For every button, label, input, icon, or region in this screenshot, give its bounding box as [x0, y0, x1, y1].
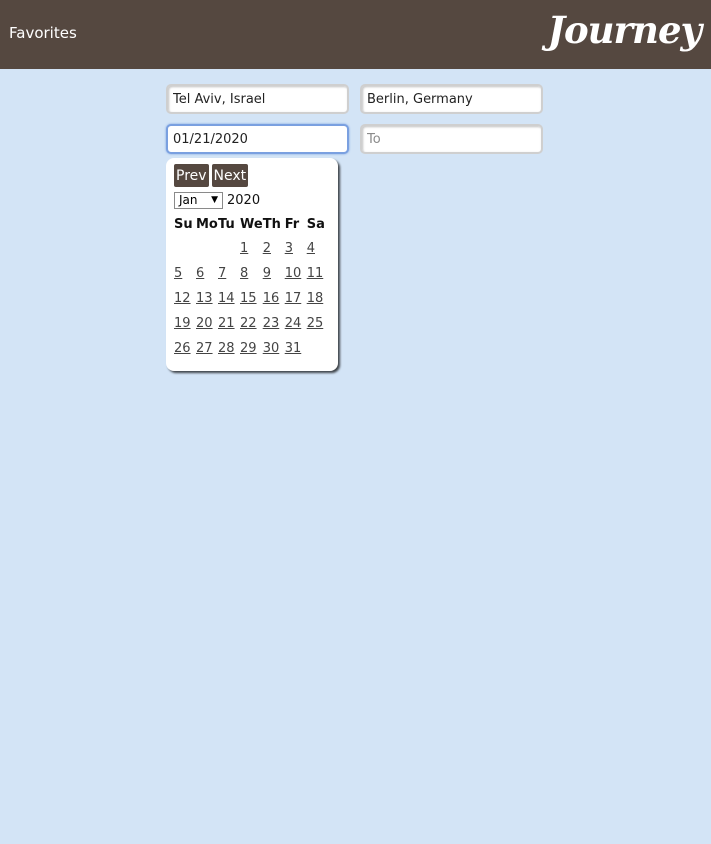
calendar-day-cell: 3 [285, 236, 307, 261]
calendar-day[interactable]: 30 [263, 341, 280, 356]
calendar-week-row: 26 27 28 29 30 31 [174, 336, 329, 361]
calendar-day-cell: 28 [218, 336, 240, 361]
calendar-day[interactable]: 20 [196, 316, 213, 331]
calendar-day[interactable]: 3 [285, 241, 293, 256]
calendar-day-cell: 8 [240, 261, 263, 286]
datepicker-popup: Prev Next Jan ▼ 2020 Su Mo Tu We Th Fr S… [166, 158, 338, 371]
calendar-day-cell [174, 236, 196, 261]
calendar-day[interactable]: 13 [196, 291, 213, 306]
weekday-label: Tu [218, 217, 235, 232]
datepicker-nav: Prev Next [174, 164, 332, 187]
calendar-day-cell: 11 [307, 261, 329, 286]
calendar-day-cell: 20 [196, 311, 218, 336]
weekday-label: Mo [196, 217, 218, 232]
calendar-day-cell: 30 [263, 336, 285, 361]
calendar-grid: Su Mo Tu We Th Fr Sa 1 2 3 4 5 6 7 8 9 1… [174, 213, 329, 361]
calendar-day[interactable]: 29 [240, 341, 257, 356]
calendar-day[interactable]: 26 [174, 341, 191, 356]
calendar-day[interactable]: 23 [263, 316, 280, 331]
calendar-day[interactable]: 19 [174, 316, 191, 331]
calendar-day[interactable]: 6 [196, 266, 204, 281]
journey-logo[interactable]: Journey [547, 8, 702, 52]
calendar-day[interactable]: 31 [285, 341, 302, 356]
weekday-label: Th [262, 217, 281, 232]
calendar-day[interactable]: 12 [174, 291, 191, 306]
calendar-day[interactable]: 5 [174, 266, 182, 281]
calendar-week-row: 5 6 7 8 9 10 11 [174, 261, 329, 286]
calendar-day[interactable]: 21 [218, 316, 235, 331]
calendar-day-cell: 5 [174, 261, 196, 286]
calendar-day-cell: 21 [218, 311, 240, 336]
end-date-input[interactable] [360, 124, 543, 154]
weekday-label: Sa [306, 217, 325, 232]
calendar-day-cell: 2 [263, 236, 285, 261]
calendar-day-cell: 16 [263, 286, 285, 311]
calendar-day[interactable]: 22 [240, 316, 257, 331]
calendar-day-cell: 27 [196, 336, 218, 361]
calendar-day[interactable]: 27 [196, 341, 213, 356]
calendar-day-cell: 13 [196, 286, 218, 311]
calendar-day-cell [218, 236, 240, 261]
calendar-day-cell: 1 [240, 236, 263, 261]
calendar-day[interactable]: 1 [240, 241, 248, 256]
calendar-day[interactable]: 16 [263, 291, 280, 306]
calendar-day[interactable]: 8 [240, 266, 248, 281]
calendar-week-row: 12 13 14 15 16 17 18 [174, 286, 329, 311]
favorites-link[interactable]: Favorites [9, 24, 77, 42]
calendar-day-cell: 4 [307, 236, 329, 261]
calendar-day[interactable]: 10 [285, 266, 302, 281]
calendar-day[interactable]: 17 [285, 291, 302, 306]
calendar-day-cell: 26 [174, 336, 196, 361]
calendar-day-cell: 22 [240, 311, 263, 336]
year-label: 2020 [227, 193, 261, 208]
calendar-day[interactable]: 14 [218, 291, 235, 306]
month-select[interactable]: Jan ▼ [174, 192, 223, 209]
calendar-day-cell [307, 336, 329, 361]
calendar-day[interactable]: 15 [240, 291, 257, 306]
calendar-day-cell: 12 [174, 286, 196, 311]
calendar-day[interactable]: 24 [285, 316, 302, 331]
top-bar: Favorites Journey [0, 0, 711, 69]
next-month-button[interactable]: Next [211, 164, 249, 187]
calendar-day-cell: 23 [263, 311, 285, 336]
calendar-day-cell [196, 236, 218, 261]
destination-city-input[interactable] [360, 84, 543, 114]
month-select-value: Jan [179, 193, 198, 207]
start-date-input[interactable] [166, 124, 349, 154]
calendar-day-cell: 6 [196, 261, 218, 286]
calendar-day-cell: 29 [240, 336, 263, 361]
calendar-day-cell: 31 [285, 336, 307, 361]
calendar-day-cell: 25 [307, 311, 329, 336]
calendar-day[interactable]: 28 [218, 341, 235, 356]
calendar-week-row: 1 2 3 4 [174, 236, 329, 261]
calendar-day[interactable]: 9 [263, 266, 271, 281]
calendar-day[interactable]: 7 [218, 266, 226, 281]
calendar-day[interactable]: 11 [307, 266, 324, 281]
calendar-day[interactable]: 4 [307, 241, 315, 256]
calendar-day-cell: 19 [174, 311, 196, 336]
calendar-day-cell: 18 [307, 286, 329, 311]
calendar-day-cell: 14 [218, 286, 240, 311]
calendar-day-cell: 7 [218, 261, 240, 286]
weekday-label: Su [174, 217, 193, 232]
calendar-day-cell: 9 [263, 261, 285, 286]
origin-city-input[interactable] [166, 84, 349, 114]
prev-month-button[interactable]: Prev [174, 164, 209, 187]
weekday-header-row: Su Mo Tu We Th Fr Sa [174, 213, 329, 236]
calendar-day-cell: 24 [285, 311, 307, 336]
weekday-label: We [240, 217, 263, 232]
calendar-day-cell: 17 [285, 286, 307, 311]
calendar-day[interactable]: 25 [307, 316, 324, 331]
chevron-down-icon: ▼ [211, 195, 218, 205]
weekday-label: Fr [284, 217, 300, 232]
calendar-day[interactable]: 2 [263, 241, 271, 256]
calendar-day-cell: 15 [240, 286, 263, 311]
month-year-row: Jan ▼ 2020 [174, 192, 332, 209]
calendar-day[interactable]: 18 [307, 291, 324, 306]
calendar-week-row: 19 20 21 22 23 24 25 [174, 311, 329, 336]
calendar-day-cell: 10 [285, 261, 307, 286]
